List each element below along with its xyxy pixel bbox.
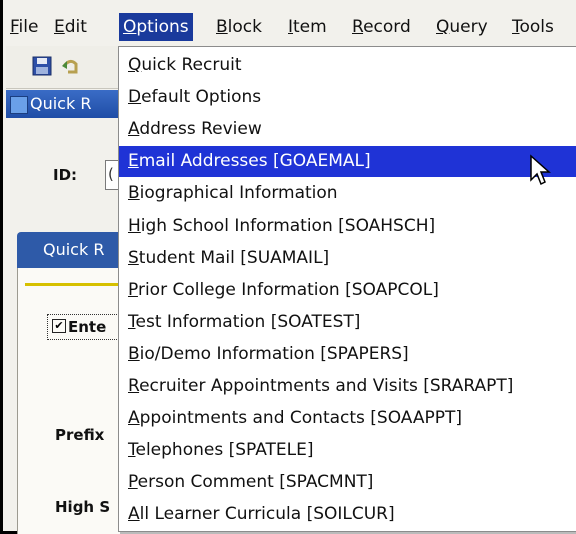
id-input-value: (: [108, 165, 114, 183]
options-menu-item[interactable]: Biographical Information: [119, 178, 576, 209]
options-menu-item[interactable]: Recruiter Appointments and Visits [SRARA…: [119, 371, 576, 402]
options-menu-item[interactable]: Person Comment [SPACMNT]: [119, 467, 576, 498]
form-window-icon: [10, 96, 28, 114]
options-menu-item-label: Biographical Information: [128, 183, 338, 204]
checkbox-label: Ente: [68, 318, 107, 336]
menu-label: Tools: [512, 17, 554, 37]
enter-checkbox-group[interactable]: ✔ Ente: [47, 314, 129, 340]
options-menu-item[interactable]: Quick Recruit: [119, 50, 576, 81]
menu-label: Query: [436, 17, 488, 37]
mouse-pointer-icon: [530, 154, 551, 186]
options-menu-item-label: Prior College Information [SOAPCOL]: [128, 279, 439, 300]
options-menu-item-label: High School Information [SOAHSCH]: [128, 215, 436, 236]
tab-label: Quick R: [43, 240, 105, 259]
options-menu-item-label: Person Comment [SPACMNT]: [128, 472, 374, 493]
rollback-icon[interactable]: [60, 56, 80, 76]
options-menu-item-label: Address Review: [128, 119, 262, 140]
menu-item[interactable]: Item: [284, 13, 331, 41]
checkbox-checked-icon[interactable]: ✔: [52, 319, 66, 333]
id-label: ID:: [53, 166, 78, 184]
options-menu-item-label: Student Mail [SUAMAIL]: [128, 247, 330, 268]
options-menu-item[interactable]: Email Addresses [GOAEMAL]: [119, 146, 576, 178]
application-window: File Edit Options Block Item Record Quer…: [0, 0, 576, 534]
menu-label: Edit: [54, 17, 87, 37]
menu-label: File: [10, 17, 39, 37]
options-menu-item-label: Quick Recruit: [128, 55, 242, 75]
options-menu-item-label: Bio/Demo Information [SPAPERS]: [128, 343, 409, 364]
options-menu-item[interactable]: Student Mail [SUAMAIL]: [119, 243, 576, 274]
options-menu-item[interactable]: All Learner Curricula [SOILCUR]: [119, 499, 576, 530]
menu-edit[interactable]: Edit: [50, 13, 91, 41]
options-menu-item-label: Email Addresses [GOAEMAL]: [128, 151, 371, 172]
options-menu-item-label: All Learner Curricula [SOILCUR]: [128, 504, 395, 525]
menu-record[interactable]: Record: [348, 13, 415, 41]
menu-label: Options: [123, 17, 189, 37]
options-menu-item-label: Recruiter Appointments and Visits [SRARA…: [128, 376, 514, 396]
options-menu-item[interactable]: Test Information [SOATEST]: [119, 307, 576, 338]
options-menu-item[interactable]: Default Options: [119, 82, 576, 113]
high-school-label: High S: [55, 498, 111, 516]
options-menu: Quick Recruit Default Options Address Revi…: [118, 46, 576, 532]
options-menu-item-label: Test Information [SOATEST]: [128, 311, 361, 332]
menu-tools[interactable]: Tools: [508, 13, 558, 41]
options-menu-item[interactable]: Bio/Demo Information [SPAPERS]: [119, 339, 576, 370]
options-menu-item[interactable]: High School Information [SOAHSCH]: [119, 211, 576, 242]
options-menu-item-label: Default Options: [128, 87, 262, 108]
menu-label: Record: [352, 17, 411, 37]
form-window-title: Quick R: [6, 90, 136, 118]
menu-bar: File Edit Options Block Item Record Quer…: [6, 8, 576, 46]
menu-label: Item: [288, 17, 327, 37]
prefix-label: Prefix: [55, 426, 105, 444]
menu-query[interactable]: Query: [432, 13, 492, 41]
menu-options[interactable]: Options: [119, 13, 193, 41]
form-window-title-text: Quick R: [30, 94, 92, 113]
menu-block[interactable]: Block: [212, 13, 266, 41]
options-menu-item[interactable]: Address Review: [119, 114, 576, 145]
save-icon[interactable]: [32, 56, 52, 76]
menu-file[interactable]: File: [6, 13, 42, 41]
options-menu-item[interactable]: Prior College Information [SOAPCOL]: [119, 275, 576, 306]
menu-label: Block: [216, 17, 262, 37]
options-menu-item[interactable]: Telephones [SPATELE]: [119, 435, 576, 466]
options-menu-item-label: Telephones [SPATELE]: [128, 440, 314, 461]
options-menu-item[interactable]: Appointments and Contacts [SOAAPPT]: [119, 403, 576, 434]
options-menu-item-label: Appointments and Contacts [SOAAPPT]: [128, 408, 463, 429]
